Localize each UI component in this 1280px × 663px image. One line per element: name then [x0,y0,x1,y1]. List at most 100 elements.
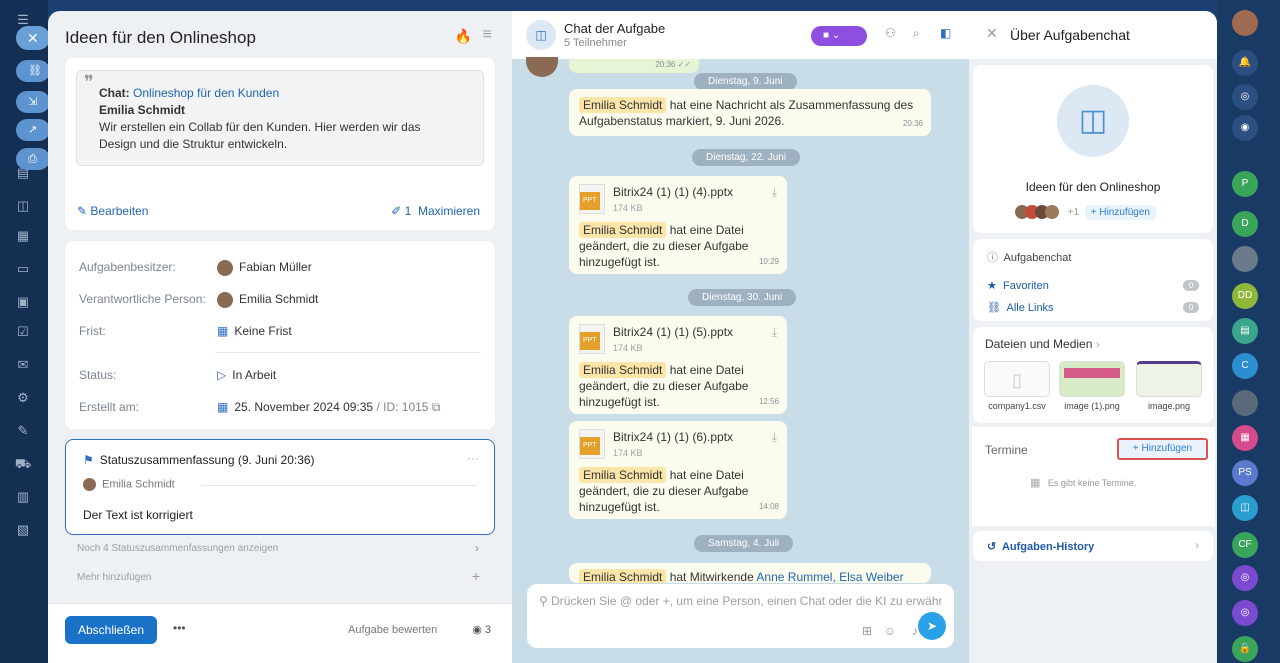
responsible-value[interactable]: Emilia Schmidt [217,292,318,308]
calendar-edit-icon: ▦ [217,400,229,414]
file-name[interactable]: Bitrix24 (1) (1) (5).pptx [613,324,733,340]
plus-icon[interactable]: + [472,568,480,584]
image-thumb[interactable] [1136,361,1202,397]
paperclip-icon[interactable]: ✐ [391,204,401,218]
add-more[interactable]: Mehr hinzufügen [77,572,152,583]
close-icon[interactable]: ✕ [986,25,998,42]
chat-avatar-copilot1[interactable]: ◎ [1232,565,1258,591]
all-links-link[interactable]: ⛓ Alle Links [987,301,1054,314]
chat-avatar-card[interactable]: ▤ [1232,318,1258,344]
chat-avatar-c[interactable]: C [1232,353,1258,379]
monitor-icon[interactable]: ▣ [12,294,34,312]
image-thumb[interactable] [1059,361,1125,397]
mail-icon[interactable]: ✉ [12,357,34,375]
chat-avatar-p[interactable]: P [1232,171,1258,197]
avatar[interactable] [1045,205,1059,220]
date-separator: Dienstag, 9. Juni [694,73,797,90]
mentioned-users[interactable]: Anne Rummel, Elsa Weiber [756,570,903,583]
chat-avatar-group[interactable] [1232,390,1258,416]
history-card[interactable]: ↺ Aufgaben-History › [973,531,1213,561]
chat-members[interactable]: 5 Teilnehmer [564,37,627,49]
maximize-button[interactable]: Maximieren [418,204,480,218]
more-actions-icon[interactable]: ••• [173,621,186,635]
status-value[interactable]: ▷ In Arbeit [217,368,276,382]
owner-value[interactable]: Fabian Müller [217,260,312,276]
bell-icon[interactable]: 🔔 [1232,50,1258,76]
link-icon[interactable]: ⛓ [16,60,50,82]
chat-avatar-user[interactable] [1232,246,1258,272]
rate-task[interactable]: Aufgabe bewerten [348,624,437,636]
close-slider-button[interactable]: ✕ [16,26,50,50]
chat-avatar-msg[interactable]: ◫ [1232,495,1258,521]
print-icon[interactable]: ⎙ [16,148,50,170]
chat-avatar-cal[interactable]: ▦ [1232,425,1258,451]
attach-icon[interactable]: ⚲ [539,594,548,608]
favorites-link[interactable]: ★ Favoriten [987,279,1049,292]
csv-file-thumb[interactable]: ▯ [984,361,1050,397]
open-new-icon[interactable]: ↗ [16,119,50,141]
extra-members[interactable]: +1 [1068,207,1079,218]
search-chat-icon[interactable]: ◉ [1232,115,1258,141]
message-input[interactable]: ⚲ Drücken Sie @ oder +, um eine Person, … [527,584,954,648]
chat-avatar-dd[interactable]: DD [1232,283,1258,309]
file-size: 174 KB [613,203,643,213]
created-label: Erstellt am: [79,400,140,414]
chat-link[interactable]: Onlineshop für den Kunden [133,86,279,100]
chevron-right-icon[interactable]: › [475,541,479,555]
copilot-icon[interactable]: ◎ [1232,84,1258,110]
video-call-button[interactable]: ■ ⌄ [811,26,867,46]
add-event-button[interactable]: + Hinzufügen [1117,438,1208,460]
chat-avatar-ps[interactable]: PS [1232,460,1258,486]
more-icon[interactable]: ··· [467,451,479,465]
chat-icon[interactable]: ◫ [12,198,34,216]
no-events-text: Es gibt keine Termine. [1047,478,1137,488]
mention-name[interactable]: Emilia Schmidt [579,467,667,483]
task-menu-icon[interactable]: ≡ [483,26,492,44]
complete-button[interactable]: Abschließen [65,616,157,644]
archive-icon[interactable]: ▧ [12,522,34,540]
lock-icon[interactable]: 🔒 [1232,636,1258,662]
mention-name[interactable]: Emilia Schmidt [579,569,667,583]
mention-name[interactable]: Emilia Schmidt [579,222,667,238]
avatar [83,478,96,491]
mention-name[interactable]: Emilia Schmidt [579,362,667,378]
sidebar-toggle-icon[interactable]: ◧ [940,26,951,40]
shop-icon[interactable]: ⛟ [12,456,34,474]
collapse-icon[interactable]: ⇲ [16,91,50,113]
user-avatar[interactable] [1232,10,1258,36]
files-title[interactable]: Dateien und Medien › [985,337,1100,351]
inbox-icon[interactable]: ▥ [12,489,34,507]
tasks-icon[interactable]: ☑ [12,324,34,342]
attach-count[interactable]: 1 [405,204,412,218]
calendar-icon[interactable]: ▦ [12,228,34,246]
download-icon[interactable]: ⤓ [772,324,777,356]
chat-avatar-copilot2[interactable]: ◎ [1232,600,1258,626]
search-icon[interactable]: ⌕ [913,26,920,41]
download-icon[interactable]: ⤓ [772,184,777,216]
file-message: PPT Bitrix24 (1) (1) (5).pptx 174 KB ⤓ Emil… [569,316,787,414]
chat-avatar-cf[interactable]: CF [1232,532,1258,558]
download-icon[interactable]: ⤓ [772,429,777,461]
drive-icon[interactable]: ▭ [12,261,34,279]
responsible-label: Verantwortliche Person: [79,292,206,306]
message-text: hat Mitwirkende [669,570,754,583]
copy-icon[interactable]: ⧉ [432,400,441,414]
chat-avatar-d[interactable]: D [1232,211,1258,237]
settings-icon[interactable]: ⚙ [12,390,34,408]
status-summary-card[interactable]: ⚑ Statuszusammenfassung (9. Juni 20:36) ·… [65,439,495,535]
add-member-icon[interactable]: ⚇ [885,26,896,40]
show-more-summaries[interactable]: Noch 4 Statuszusammenfassungen anzeigen [77,543,278,554]
file-name[interactable]: Bitrix24 (1) (1) (6).pptx [613,429,733,445]
mention-name[interactable]: Emilia Schmidt [579,97,667,113]
file-name: image.png [1147,401,1191,411]
file-name[interactable]: Bitrix24 (1) (1) (4).pptx [613,184,733,200]
send-button[interactable]: ➤ [918,612,946,640]
owner-label: Aufgabenbesitzer: [79,260,176,274]
edit-button[interactable]: ✎ Bearbeiten [77,204,148,218]
emoji-icon[interactable]: ☺ [884,624,896,638]
apps-icon[interactable]: ⊞ [862,624,872,638]
add-member-button[interactable]: + Hinzufügen [1084,205,1156,220]
deadline-value[interactable]: ▦ Keine Frist [217,324,292,338]
chat-title[interactable]: Chat der Aufgabe [564,21,665,36]
sign-icon[interactable]: ✎ [12,423,34,441]
